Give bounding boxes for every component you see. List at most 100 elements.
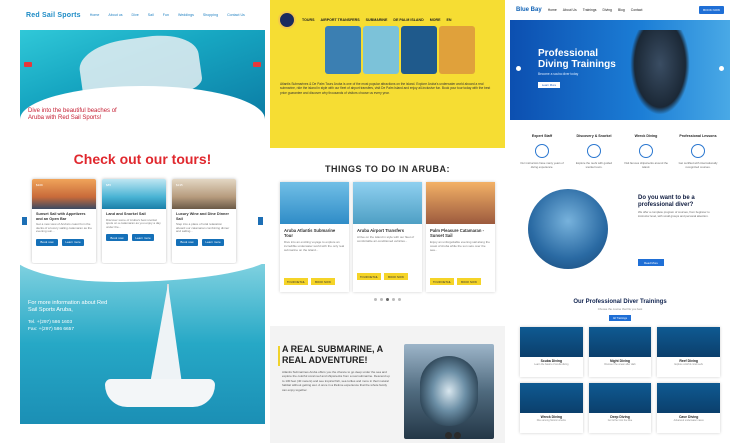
tour-cards: $109 Sunset Sail with Appetizers and an … xyxy=(20,179,265,263)
learn-more-button[interactable]: Learn more xyxy=(132,234,154,242)
book-now-button[interactable]: BOOK NOW xyxy=(457,278,481,285)
hero-banner: Professional Diving Trainings Become a sc… xyxy=(510,20,730,120)
site-logo[interactable]: Blue Bay xyxy=(516,7,542,13)
feature-list: Expert Staff Our instructors have many ye… xyxy=(510,120,730,175)
pro-heading: Do you want to be a professional diver? xyxy=(638,195,695,209)
tours-heading: Check out our tours! xyxy=(73,151,212,167)
phone-number: Tel. +(297) 586 1603 xyxy=(28,320,73,325)
book-now-button[interactable]: BOOK NOW xyxy=(384,273,408,280)
de-palm-tours-website: TOURS AIRPORT TRANSFERS SUBMARINE DE PAL… xyxy=(270,0,505,443)
tour-card[interactable]: $135 Luxury Wine and Dine Dinner Sail St… xyxy=(172,179,236,263)
carousel-dots xyxy=(270,298,505,301)
slider-prev-arrow[interactable] xyxy=(516,66,521,71)
slider-next-arrow[interactable] xyxy=(719,66,724,71)
slider-prev-icon[interactable] xyxy=(445,432,452,439)
pro-text: We offer a complete program of courses, … xyxy=(638,210,710,218)
site-logo[interactable]: Red Sail Sports xyxy=(26,12,81,19)
slider-prev-arrow[interactable] xyxy=(24,62,32,67)
book-now-button[interactable]: Book now xyxy=(106,234,128,242)
training-card[interactable]: Deep Diving Go further into the blue xyxy=(588,383,652,434)
nav-link[interactable]: Contact xyxy=(631,8,643,12)
professional-diver-section: Do you want to be a professional diver? W… xyxy=(510,183,730,293)
training-card[interactable]: Wreck Diving Dive among historic wrecks xyxy=(520,383,583,434)
tour-image: $85 xyxy=(102,179,166,209)
sail-image xyxy=(150,284,182,384)
book-now-button[interactable]: BOOK NOW xyxy=(699,6,724,14)
trainings-grid: Scuba Diving Learn the basics of scuba di… xyxy=(510,321,730,439)
nav-link[interactable]: Fun xyxy=(163,13,169,17)
feature-item: Professional Lessons Get certified with i… xyxy=(678,134,718,169)
contact-info: For more information about Red Sail Spor… xyxy=(28,300,108,313)
feature-item: Wreck Diving Visit famous shipwrecks arou… xyxy=(624,134,668,169)
nav-link[interactable]: Dive xyxy=(132,13,139,17)
nav-link[interactable]: MORE xyxy=(430,18,441,22)
contact-banner: For more information about Red Sail Spor… xyxy=(20,264,265,424)
tour-card[interactable]: $85 Land and Snorkel Sail Discover some … xyxy=(102,179,166,263)
diver-photo xyxy=(528,189,608,270)
fax-number: Fax: +(297) 586 6657 xyxy=(28,327,75,332)
tour-card[interactable]: $109 Sunset Sail with Appetizers and an … xyxy=(32,179,96,263)
nav-link[interactable]: About us xyxy=(108,13,122,17)
top-navigation: Blue Bay Home About Us Trainings Diving … xyxy=(510,0,730,20)
training-card[interactable]: Night Diving Discover the ocean after dar… xyxy=(588,327,652,378)
nav-link[interactable]: Blog xyxy=(618,8,625,12)
tours-prev-arrow[interactable] xyxy=(22,217,27,225)
learn-more-button[interactable]: Learn more xyxy=(202,238,224,246)
book-now-button[interactable]: Book now xyxy=(176,238,198,246)
book-now-button[interactable]: Book now xyxy=(36,238,58,246)
submarine-text: Atlantis Submarines Aruba offers you the… xyxy=(282,370,390,392)
language-select[interactable]: EN xyxy=(446,18,451,22)
activity-card[interactable]: Palm Pleasure Catamaran - Sunset Sail En… xyxy=(426,182,495,292)
nav-link[interactable]: AIRPORT TRANSFERS xyxy=(321,18,360,22)
intro-paragraph: Atlantis Submarines & De Palm Tours Arub… xyxy=(280,82,491,95)
nav-link[interactable]: Home xyxy=(548,8,557,12)
nav-link[interactable]: Contact Us xyxy=(227,13,245,17)
nav-link[interactable]: Trainings xyxy=(583,8,597,12)
tour-detail-button[interactable]: TOUR DETAIL xyxy=(357,273,381,280)
nav-link[interactable]: Diving xyxy=(603,8,612,12)
diver-image xyxy=(630,30,690,115)
nav-link[interactable]: Home xyxy=(90,13,100,17)
hero-banner: Dive into the beautiful beaches of Aruba… xyxy=(20,29,265,126)
things-heading: THINGS TO DO IN ARUBA: xyxy=(325,164,450,174)
tour-image: $135 xyxy=(172,179,236,209)
attraction-collage xyxy=(325,26,475,74)
yellow-header: TOURS AIRPORT TRANSFERS SUBMARINE DE PAL… xyxy=(270,0,505,148)
nav-link[interactable]: SUBMARINE xyxy=(366,18,388,22)
screenshot-collage: Red Sail Sports Home About us Dive Sail … xyxy=(0,0,746,443)
tour-detail-button[interactable]: TOUR DETAIL xyxy=(430,278,454,285)
activity-card[interactable]: Aruba Airport Transfers Arrive on the is… xyxy=(353,182,422,292)
nav-link[interactable]: Sail xyxy=(148,13,154,17)
read-more-button[interactable]: Read More xyxy=(638,259,664,267)
learn-more-button[interactable]: Learn More xyxy=(538,82,560,88)
hero-text: Dive into the beautiful beaches of Aruba… xyxy=(28,108,117,121)
slider-next-arrow[interactable] xyxy=(253,62,261,67)
nav-link[interactable]: Shopping xyxy=(203,13,218,17)
feature-item: Discovery & Snorkel Explore the reefs wit… xyxy=(575,134,613,169)
submarine-heading: A REAL SUBMARINE, A REAL ADVENTURE! xyxy=(282,344,384,365)
blue-bay-diving-website: Blue Bay Home About Us Trainings Diving … xyxy=(510,0,730,443)
slider-next-icon[interactable] xyxy=(454,432,461,439)
training-card[interactable]: Reef Diving Explore colorful coral reefs xyxy=(657,327,720,378)
training-card[interactable]: Cave Diving Advanced underwater caves xyxy=(657,383,720,434)
top-navigation: TOURS AIRPORT TRANSFERS SUBMARINE DE PAL… xyxy=(278,11,497,29)
site-logo[interactable] xyxy=(278,11,296,29)
learn-more-button[interactable]: Learn more xyxy=(62,238,84,246)
nav-link[interactable]: DE PALM ISLAND xyxy=(393,18,423,22)
red-sail-website: Red Sail Sports Home About us Dive Sail … xyxy=(20,0,265,443)
activity-card[interactable]: Aruba Atlantis Submarine Tour Dive into … xyxy=(280,182,349,292)
tours-next-arrow[interactable] xyxy=(258,217,263,225)
nav-link[interactable]: About Us xyxy=(563,8,577,12)
trainings-heading: Our Professional Diver Trainings xyxy=(573,299,667,306)
diver-icon xyxy=(535,144,549,158)
wreck-icon xyxy=(639,144,653,158)
catamaran-hull xyxy=(105,379,215,407)
certificate-icon xyxy=(691,144,705,158)
nav-link[interactable]: TOURS xyxy=(302,18,315,22)
training-card[interactable]: Scuba Diving Learn the basics of scuba di… xyxy=(520,327,583,378)
activity-cards: Aruba Atlantis Submarine Tour Dive into … xyxy=(270,182,505,292)
nav-link[interactable]: Weddings xyxy=(178,13,194,17)
snorkel-icon xyxy=(587,144,601,158)
book-now-button[interactable]: BOOK NOW xyxy=(311,278,335,285)
tour-detail-button[interactable]: TOUR DETAIL xyxy=(284,278,308,285)
